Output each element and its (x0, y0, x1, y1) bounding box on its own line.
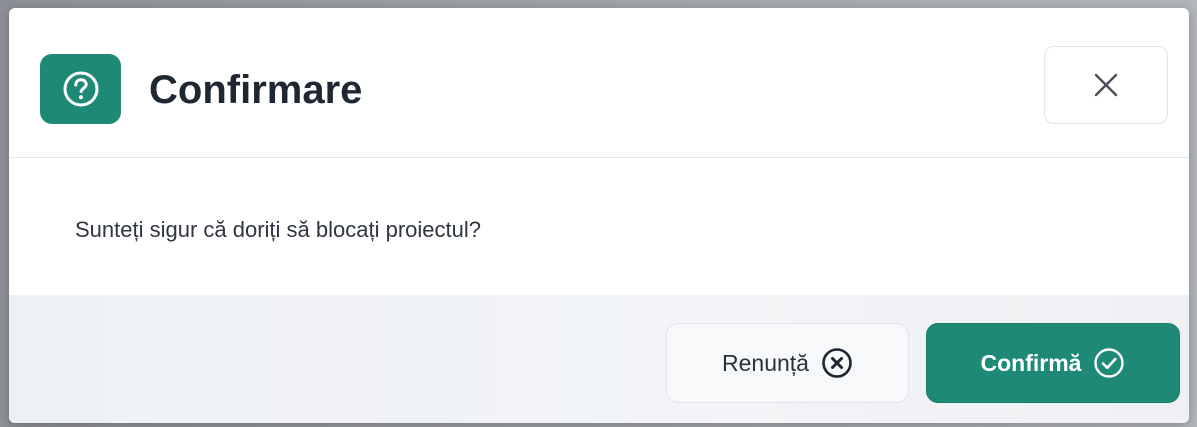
confirmation-message: Sunteți sigur că doriți să blocați proie… (75, 217, 481, 242)
confirm-button-label: Confirmă (980, 349, 1082, 376)
x-circle-icon (822, 348, 852, 378)
dialog-body: Sunteți sigur că doriți să blocați proie… (9, 158, 1189, 295)
dialog-header: Confirmare (9, 8, 1189, 158)
cancel-button-label: Renunță (722, 349, 809, 376)
dialog-title: Confirmare (149, 68, 363, 112)
dialog-footer: Renunță Confirmă (9, 295, 1189, 423)
confirm-button[interactable]: Confirmă (926, 323, 1180, 403)
check-circle-icon (1094, 348, 1125, 378)
cancel-button[interactable]: Renunță (666, 323, 909, 403)
confirmation-dialog: Confirmare Sunteți sigur că doriți să bl… (9, 8, 1189, 423)
question-circle-icon (40, 54, 121, 124)
close-icon (1094, 73, 1118, 97)
close-button[interactable] (1044, 46, 1168, 124)
